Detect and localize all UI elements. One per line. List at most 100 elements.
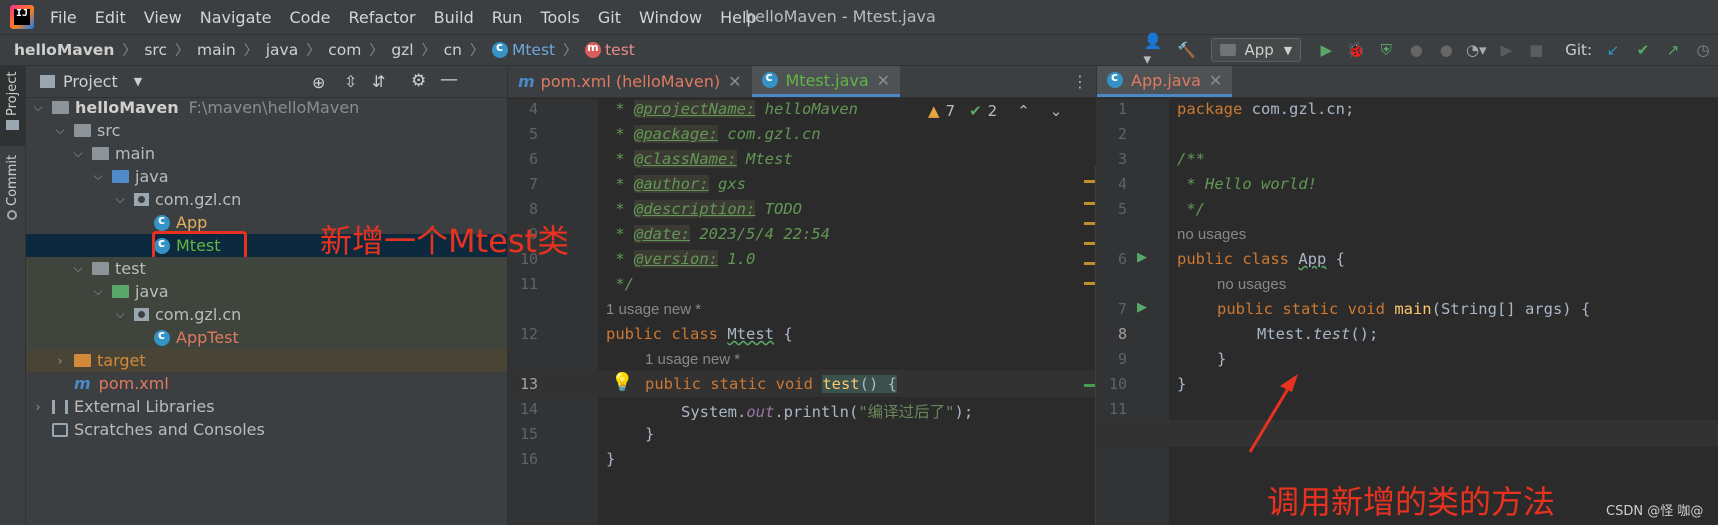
tree-label: src (97, 121, 121, 140)
tree-row-pom[interactable]: m pom.xml (26, 372, 507, 395)
tree-row-external-libraries[interactable]: › External Libraries (26, 395, 507, 418)
git-commit-icon[interactable]: ✔ (1630, 37, 1656, 63)
project-tool-label[interactable]: Project (5, 72, 20, 116)
run-gutter-icon[interactable]: ▶ (1137, 250, 1147, 265)
menu-refactor[interactable]: Refactor (348, 8, 415, 27)
menu-window[interactable]: Window (639, 8, 702, 27)
annotation-added-class: 新增一个Mtest类 (320, 222, 570, 260)
run-configuration-label: App (1244, 41, 1274, 59)
history-icon[interactable]: ◷ (1690, 37, 1716, 63)
menu-build[interactable]: Build (434, 8, 474, 27)
navigation-bar: helloMaven 〉 src 〉 main 〉 java 〉 com 〉 gzl 〉 c… (0, 32, 1718, 68)
tree-row-target[interactable]: › target (26, 349, 507, 372)
minimize-icon[interactable]: — (440, 69, 458, 90)
tree-row-src[interactable]: ⌵ src (26, 119, 507, 142)
coverage-icon[interactable]: ⛨ (1373, 37, 1399, 63)
breadcrumb-method[interactable]: test (605, 41, 635, 59)
chevron-up-icon[interactable]: ⌃ (1017, 102, 1030, 120)
tree-row-main-java[interactable]: ⌵ java (26, 165, 507, 188)
run-configuration-select[interactable]: App ▼ (1211, 38, 1302, 62)
run-gutter-icon[interactable]: ▶ (1137, 300, 1147, 315)
tab-app[interactable]: App.java ✕ (1097, 66, 1233, 97)
chevron-down-icon: ⌵ (93, 169, 103, 183)
tree-label: main (115, 144, 155, 163)
close-icon[interactable]: ✕ (1209, 71, 1222, 90)
breadcrumb-class[interactable]: Mtest (512, 41, 555, 59)
usage-hint[interactable]: 1 usage new * (606, 301, 701, 318)
breadcrumb-java[interactable]: java (266, 41, 298, 59)
tree-row-test-java[interactable]: ⌵ java (26, 280, 507, 303)
resume-icon: ▶ (1500, 41, 1513, 59)
line-number: 13 (519, 375, 538, 393)
tree-row-scratches[interactable]: Scratches and Consoles (26, 418, 507, 441)
locate-icon[interactable]: ⊕ (312, 73, 325, 92)
breadcrumb-gzl[interactable]: gzl (391, 41, 413, 59)
menu-view[interactable]: View (144, 8, 182, 27)
menu-navigate[interactable]: Navigate (200, 8, 272, 27)
breadcrumb-src[interactable]: src (144, 41, 167, 59)
menu-file[interactable]: File (50, 8, 77, 27)
code-line: */ (606, 275, 634, 293)
user-icon[interactable]: 👤▾ (1143, 32, 1169, 68)
tree-label: target (97, 351, 146, 370)
line-number: 8 (1117, 325, 1127, 343)
expand-all-icon[interactable]: ⇳ (344, 72, 357, 91)
close-icon[interactable]: ✕ (877, 71, 890, 90)
more-tabs-icon[interactable]: ⋮ (1072, 72, 1088, 91)
attach-profiler-icon: ● (1439, 41, 1453, 59)
line-number: 6 (1117, 250, 1127, 268)
commit-tool-label[interactable]: Commit (5, 155, 20, 206)
stop-icon: ■ (1529, 41, 1544, 59)
line-number: 3 (1117, 150, 1127, 168)
tree-row-apptest[interactable]: AppTest (26, 326, 507, 349)
usage-hint[interactable]: no usages (1177, 226, 1246, 243)
chevron-down-icon[interactable]: ⌄ (1050, 102, 1063, 120)
tab-pom[interactable]: m pom.xml (helloMaven) ✕ (508, 66, 752, 97)
chevron-down-icon[interactable]: ▼ (134, 75, 142, 88)
tree-row-project[interactable]: ⌵ helloMaven F:\maven\helloMaven (26, 96, 507, 119)
usage-hint[interactable]: 1 usage new * (645, 351, 740, 368)
chevron-right-icon: 〉 (122, 43, 137, 59)
usage-hint[interactable]: no usages (1217, 276, 1286, 293)
git-update-icon[interactable]: ↙ (1600, 37, 1626, 63)
tree-row-main[interactable]: ⌵ main (26, 142, 507, 165)
tree-row-package[interactable]: ⌵ com.gzl.cn (26, 188, 507, 211)
project-panel-title[interactable]: Project (63, 72, 118, 91)
line-number: 7 (528, 175, 538, 193)
line-number: 12 (519, 325, 538, 343)
menu-code[interactable]: Code (290, 8, 331, 27)
tree-label: Scratches and Consoles (74, 420, 265, 439)
breadcrumb-cn[interactable]: cn (444, 41, 462, 59)
build-hammer-icon[interactable]: 🔨 (1173, 37, 1199, 63)
current-line-highlight (1097, 420, 1718, 447)
more-run-icon[interactable]: ◔▾ (1463, 37, 1489, 63)
tab-mtest[interactable]: Mtest.java ✕ (751, 66, 901, 97)
maven-icon: m (518, 72, 535, 91)
package-icon (134, 308, 149, 321)
annotation-call-method: 调用新增的类的方法 (1267, 483, 1556, 521)
debug-icon[interactable]: 🐞 (1343, 37, 1369, 63)
menu-git[interactable]: Git (598, 8, 621, 27)
test-folder-icon (112, 285, 129, 298)
editor-mtest: m pom.xml (helloMaven) ✕ Mtest.java ✕ ⋮ … (507, 66, 1098, 525)
tree-label: pom.xml (98, 374, 169, 393)
inspection-widget[interactable]: ▲ 7 ✔ 2 ⌃ ⌄ (928, 102, 1062, 120)
chevron-right-icon: 〉 (469, 43, 484, 59)
chevron-right-icon: › (57, 353, 63, 368)
run-icon[interactable]: ▶ (1313, 37, 1339, 63)
tree-row-test-package[interactable]: ⌵ com.gzl.cn (26, 303, 507, 326)
breadcrumb-main[interactable]: main (197, 41, 236, 59)
breadcrumb-com[interactable]: com (328, 41, 361, 59)
gear-icon[interactable]: ⚙ (411, 71, 426, 91)
menu-tools[interactable]: Tools (540, 8, 579, 27)
tree-label: External Libraries (74, 397, 215, 416)
maven-icon: m (74, 374, 91, 393)
git-push-icon[interactable]: ↗ (1660, 37, 1686, 63)
close-icon[interactable]: ✕ (728, 72, 741, 91)
collapse-all-icon[interactable]: ⇵ (372, 72, 385, 91)
breadcrumb-project[interactable]: helloMaven (14, 41, 114, 59)
menu-edit[interactable]: Edit (95, 8, 126, 27)
lightbulb-icon[interactable]: 💡 (611, 372, 633, 393)
menu-run[interactable]: Run (492, 8, 523, 27)
line-number: 14 (519, 400, 538, 418)
